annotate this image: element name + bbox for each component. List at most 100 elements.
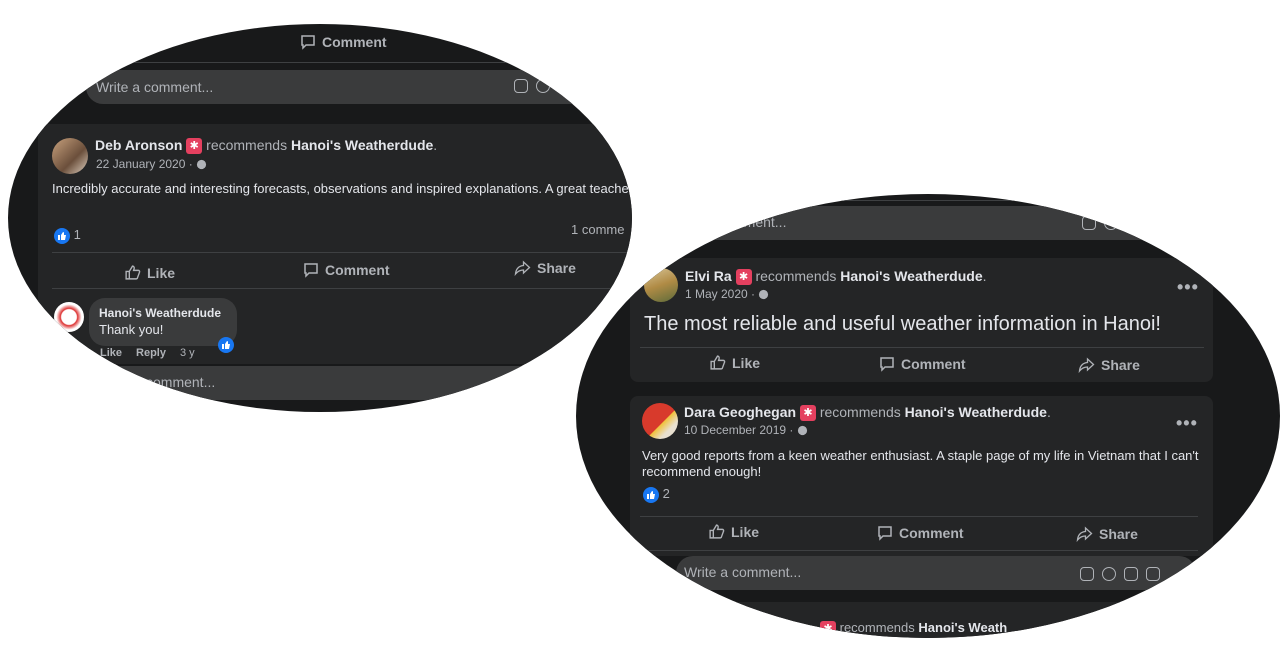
like-button[interactable]: Like — [708, 523, 759, 540]
divider — [640, 347, 1204, 348]
write-comment-input-top[interactable]: mment... — [640, 206, 1180, 240]
recommends-text: recommends — [755, 268, 837, 284]
avatar[interactable] — [642, 403, 678, 439]
reply-bubble: Hanoi's Weatherdude Thank you! — [89, 298, 237, 346]
like-count: 1 — [73, 227, 81, 242]
reply-like-link[interactable]: Like — [100, 347, 122, 359]
write-comment-placeholder: comment... — [146, 374, 216, 390]
comment-button[interactable]: Comment — [879, 356, 966, 372]
emoji-icon[interactable] — [536, 79, 550, 93]
recommend-badge-icon: ✱ — [186, 138, 203, 155]
write-comment-input[interactable]: Write a comment... — [676, 556, 1196, 590]
reply-time[interactable]: 3 y — [180, 347, 195, 359]
comment-label: Comment — [325, 262, 390, 278]
avatar[interactable] — [644, 268, 678, 302]
comment-button[interactable]: Comment — [877, 525, 964, 541]
post-text: The most reliable and useful weather inf… — [644, 313, 1161, 335]
reaction-summary[interactable]: 2 — [643, 486, 670, 503]
recommends-text: recommends — [819, 404, 901, 420]
comment-button-top[interactable]: Comment — [300, 34, 387, 50]
sticker-icon[interactable] — [1082, 216, 1096, 230]
write-comment-placeholder: mment... — [732, 214, 787, 230]
comment-icon — [304, 263, 318, 278]
like-label: Like — [731, 523, 760, 540]
share-button[interactable]: Share — [1078, 357, 1140, 373]
recommends-text: recommends — [839, 620, 915, 635]
post-text: Very good reports from a keen weather en… — [642, 448, 1199, 479]
post-header: Elvi Ra ✱ recommends Hanoi's Weatherdude… — [685, 268, 987, 286]
author-name[interactable]: Deb Aronson — [95, 137, 182, 153]
camera-icon[interactable] — [1124, 567, 1138, 581]
share-icon — [1078, 357, 1095, 373]
page-name[interactable]: Hanoi's Weath — [918, 620, 1007, 635]
write-comment-input[interactable]: Write a comment... — [86, 70, 606, 104]
post-header: Dara Geoghegan ✱ recommends Hanoi's Weat… — [684, 404, 1051, 422]
like-button[interactable]: Like — [709, 354, 760, 371]
recommend-badge-icon: ✱ — [735, 269, 752, 286]
author-name[interactable]: Elvi Ra — [685, 268, 732, 284]
like-reaction-icon — [643, 486, 659, 503]
page-avatar[interactable] — [54, 302, 84, 332]
like-label: Like — [147, 264, 176, 281]
write-comment-placeholder: Write a comment... — [96, 79, 214, 95]
emoji-icon[interactable] — [1104, 216, 1118, 230]
recommend-badge-icon: ✱ — [799, 405, 816, 422]
comment-label: Comment — [899, 525, 964, 541]
thumbs-up-icon — [710, 355, 726, 370]
divider — [52, 288, 632, 289]
comment-icon — [301, 35, 315, 50]
like-label: Like — [732, 354, 761, 371]
post-date: 22 January 2020 · — [96, 157, 207, 171]
share-icon — [1076, 526, 1093, 542]
date-text[interactable]: 22 January 2020 · — [96, 157, 193, 171]
sticker-icon[interactable] — [1080, 567, 1094, 581]
comment-icon — [878, 526, 892, 541]
page-name[interactable]: Hanoi's Weatherdude — [291, 137, 433, 153]
globe-icon — [196, 160, 207, 170]
divider — [640, 550, 1198, 551]
divider — [60, 62, 620, 63]
page-name[interactable]: Hanoi's Weatherdude — [840, 268, 982, 284]
post-header: Deb Aronson ✱ recommends Hanoi's Weather… — [95, 137, 438, 155]
post-date: 1 May 2020 · — [685, 287, 769, 301]
recommend-badge-icon: ✱ — [820, 620, 836, 637]
divider — [640, 516, 1198, 517]
date-text[interactable]: 10 December 2019 · — [684, 423, 793, 437]
reply-reply-link[interactable]: Reply — [136, 347, 166, 359]
right-screenshot-panel: mment... Elvi Ra ✱ recommends Hanoi's We… — [576, 194, 1280, 638]
reply-author[interactable]: Hanoi's Weatherdude — [99, 306, 221, 320]
write-comment-input-bottom[interactable]: comment... — [60, 366, 600, 400]
globe-icon — [797, 426, 807, 436]
date-text[interactable]: 1 May 2020 · — [685, 287, 755, 301]
post-text: Incredibly accurate and interesting fore… — [52, 181, 632, 196]
reply-like-reaction-icon — [218, 336, 234, 353]
thumbs-up-icon — [709, 524, 725, 539]
like-count: 2 — [662, 486, 670, 501]
reply-text: Thank you! — [99, 322, 164, 337]
sticker-icon[interactable] — [514, 79, 528, 93]
like-button[interactable]: Like — [124, 264, 175, 281]
thumbs-up-icon — [125, 265, 141, 280]
share-label: Share — [1099, 526, 1138, 542]
share-label: Share — [1101, 357, 1140, 373]
emoji-icon[interactable] — [1102, 567, 1116, 581]
more-options-icon[interactable]: ••• — [1176, 413, 1198, 434]
gif-icon[interactable] — [1146, 567, 1160, 581]
write-comment-placeholder: Write a comment... — [684, 564, 802, 580]
share-button[interactable]: Share — [1076, 526, 1138, 542]
more-options-icon[interactable]: ••• — [1177, 277, 1199, 298]
page-name[interactable]: Hanoi's Weatherdude — [905, 404, 1047, 420]
reaction-summary[interactable]: 1 — [54, 227, 81, 244]
author-name[interactable]: Dara Geoghegan — [684, 404, 796, 420]
share-button[interactable]: Share — [514, 260, 576, 276]
post-date: 10 December 2019 · — [684, 423, 808, 437]
reply-actions: Like Reply 3 y — [100, 347, 195, 359]
share-label: Share — [537, 260, 576, 276]
comment-button[interactable]: Comment — [303, 262, 390, 278]
divider — [640, 200, 1200, 201]
globe-icon — [759, 290, 769, 300]
left-screenshot-panel: Comment Write a comment... Deb Aronson ✱… — [8, 24, 632, 412]
avatar[interactable] — [52, 138, 88, 174]
recommends-text: recommends — [206, 137, 288, 153]
like-reaction-icon — [54, 227, 70, 244]
